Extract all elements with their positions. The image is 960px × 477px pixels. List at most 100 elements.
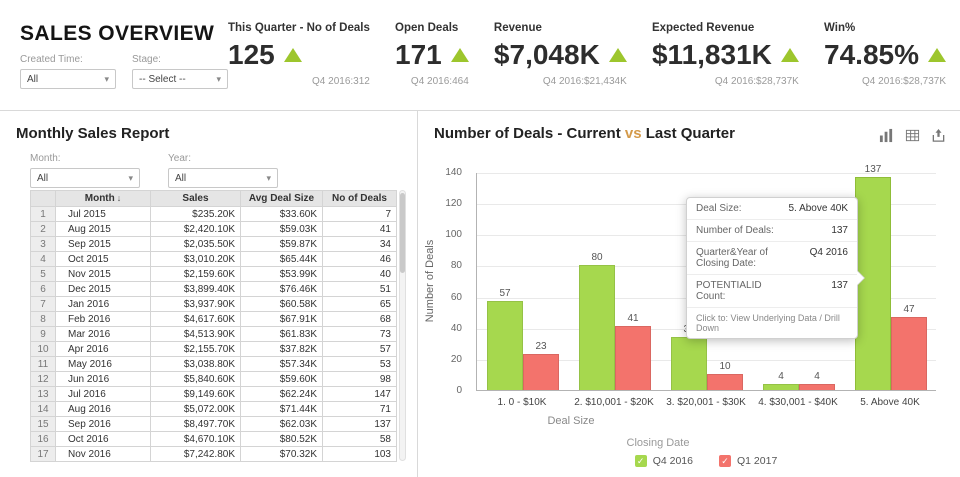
month-filter: Month: All ▾ xyxy=(30,153,140,188)
stage-select[interactable]: -- Select -- ▾ xyxy=(132,69,228,89)
kpi-comparison: Q4 2016:$28,737K xyxy=(652,76,799,87)
kpi-value: 171 xyxy=(395,39,442,71)
cell-no-of-deals: 71 xyxy=(323,402,397,417)
row-number: 3 xyxy=(31,237,56,252)
main-content: Monthly Sales Report Month: All ▾ Year: … xyxy=(0,111,960,477)
table-row[interactable]: 1Jul 2015$235.20K$33.60K7 xyxy=(31,207,397,222)
table-row[interactable]: 4Oct 2015$3,010.20K$65.44K46 xyxy=(31,252,397,267)
legend-item-q4-2016[interactable]: ✓ Q4 2016 xyxy=(635,455,693,467)
cell-no-of-deals: 53 xyxy=(323,357,397,372)
table-row[interactable]: 15Sep 2016$8,497.70K$62.03K137 xyxy=(31,417,397,432)
kpi-this-quarter-deals: This Quarter - No of Deals 125 Q4 2016:3… xyxy=(228,22,370,87)
tooltip-row: POTENTIALID Count: 137 xyxy=(687,275,857,308)
y-tick-label: 60 xyxy=(418,292,468,303)
cell-no-of-deals: 137 xyxy=(323,417,397,432)
bar-column: 47 xyxy=(891,304,927,390)
cell-sales: $4,670.10K xyxy=(151,432,241,447)
row-number: 7 xyxy=(31,297,56,312)
kpi-comparison: Q4 2016:312 xyxy=(228,76,370,87)
legend-item-q1-2017[interactable]: ✓ Q1 2017 xyxy=(719,455,777,467)
bar-q4-2016-2[interactable] xyxy=(579,265,615,390)
table-row[interactable]: 2Aug 2015$2,420.10K$59.03K41 xyxy=(31,222,397,237)
bar-group: 44 xyxy=(753,371,845,390)
row-number: 15 xyxy=(31,417,56,432)
bar-value-label: 23 xyxy=(535,341,546,352)
row-number: 4 xyxy=(31,252,56,267)
year-label: Year: xyxy=(168,153,278,164)
legend-check-icon: ✓ xyxy=(719,455,731,467)
table-row[interactable]: 10Apr 2016$2,155.70K$37.82K57 xyxy=(31,342,397,357)
bar-value-label: 57 xyxy=(499,288,510,299)
bar-chart-icon[interactable] xyxy=(878,127,894,143)
bar-q4-2016-4[interactable] xyxy=(763,384,799,390)
row-number: 13 xyxy=(31,387,56,402)
month-label: Month: xyxy=(30,153,140,164)
cell-avg-deal-size: $67.91K xyxy=(241,312,323,327)
legend-check-icon: ✓ xyxy=(635,455,647,467)
table-view-icon[interactable] xyxy=(904,127,920,143)
select-value: -- Select -- xyxy=(139,74,186,85)
cell-no-of-deals: 40 xyxy=(323,267,397,282)
cell-no-of-deals: 7 xyxy=(323,207,397,222)
cell-avg-deal-size: $76.46K xyxy=(241,282,323,297)
row-number: 8 xyxy=(31,312,56,327)
bar-q1-2017-5[interactable] xyxy=(891,317,927,390)
table-row[interactable]: 8Feb 2016$4,617.60K$67.91K68 xyxy=(31,312,397,327)
cell-sales: $3,010.20K xyxy=(151,252,241,267)
created-time-select[interactable]: All ▾ xyxy=(20,69,116,89)
x-category-label: 1. 0 - $10K xyxy=(476,397,568,408)
cell-month: Jul 2015 xyxy=(56,207,151,222)
bar-q1-2017-4[interactable] xyxy=(799,384,835,390)
col-month[interactable]: Month↓ xyxy=(56,191,151,207)
table-row[interactable]: 12Jun 2016$5,840.60K$59.60K98 xyxy=(31,372,397,387)
chart-tooltip: Deal Size: 5. Above 40K Number of Deals:… xyxy=(686,197,858,339)
cell-month: Apr 2016 xyxy=(56,342,151,357)
table-row[interactable]: 9Mar 2016$4,513.90K$61.83K73 xyxy=(31,327,397,342)
sales-table: Month↓ Sales Avg Deal Size No of Deals 1… xyxy=(30,190,397,462)
chart-legend: ✓ Q4 2016 ✓ Q1 2017 xyxy=(476,455,936,467)
cell-avg-deal-size: $65.44K xyxy=(241,252,323,267)
bar-q4-2016-1[interactable] xyxy=(487,301,523,390)
cell-no-of-deals: 41 xyxy=(323,222,397,237)
x-category-label: 5. Above 40K xyxy=(844,397,936,408)
year-select[interactable]: All ▾ xyxy=(168,168,278,188)
bar-q1-2017-2[interactable] xyxy=(615,326,651,390)
scrollbar-thumb[interactable] xyxy=(400,193,405,273)
cell-sales: $4,513.90K xyxy=(151,327,241,342)
row-number: 11 xyxy=(31,357,56,372)
legend-title: Closing Date xyxy=(578,437,738,449)
kpi-win-percent: Win% 74.85% Q4 2016:$28,737K xyxy=(824,22,946,87)
bar-q1-2017-1[interactable] xyxy=(523,354,559,390)
bar-value-label: 4 xyxy=(814,371,820,382)
page-title: SALES OVERVIEW xyxy=(20,22,214,46)
table-row[interactable]: 13Jul 2016$9,149.60K$62.24K147 xyxy=(31,387,397,402)
table-row[interactable]: 7Jan 2016$3,937.90K$60.58K65 xyxy=(31,297,397,312)
kpi-open-deals: Open Deals 171 Q4 2016:464 xyxy=(395,22,469,87)
sort-desc-icon[interactable]: ↓ xyxy=(117,193,122,203)
bar-q4-2016-3[interactable] xyxy=(671,337,707,390)
cell-sales: $2,155.70K xyxy=(151,342,241,357)
cell-month: Sep 2016 xyxy=(56,417,151,432)
col-sales[interactable]: Sales xyxy=(151,191,241,207)
table-row[interactable]: 3Sep 2015$2,035.50K$59.87K34 xyxy=(31,237,397,252)
table-row[interactable]: 14Aug 2016$5,072.00K$71.44K71 xyxy=(31,402,397,417)
table-row[interactable]: 5Nov 2015$2,159.60K$53.99K40 xyxy=(31,267,397,282)
tooltip-arrow-icon xyxy=(857,271,864,285)
col-avg-deal-size[interactable]: Avg Deal Size xyxy=(241,191,323,207)
bar-column: 4 xyxy=(763,371,799,390)
col-no-of-deals[interactable]: No of Deals xyxy=(323,191,397,207)
bar-q1-2017-3[interactable] xyxy=(707,374,743,390)
table-row[interactable]: 16Oct 2016$4,670.10K$80.52K58 xyxy=(31,432,397,447)
chart-toolbar xyxy=(878,127,946,143)
export-icon[interactable] xyxy=(930,127,946,143)
bar-value-label: 10 xyxy=(719,361,730,372)
table-row[interactable]: 6Dec 2015$3,899.40K$76.46K51 xyxy=(31,282,397,297)
table-scrollbar[interactable] xyxy=(399,190,406,461)
row-number: 5 xyxy=(31,267,56,282)
month-select[interactable]: All ▾ xyxy=(30,168,140,188)
table-row[interactable]: 11May 2016$3,038.80K$57.34K53 xyxy=(31,357,397,372)
table-row[interactable]: 17Nov 2016$7,242.80K$70.32K103 xyxy=(31,447,397,462)
sales-dashboard: SALES OVERVIEW Created Time: All ▾ Stage… xyxy=(0,0,960,477)
bar-column: 23 xyxy=(523,341,559,390)
row-number: 10 xyxy=(31,342,56,357)
